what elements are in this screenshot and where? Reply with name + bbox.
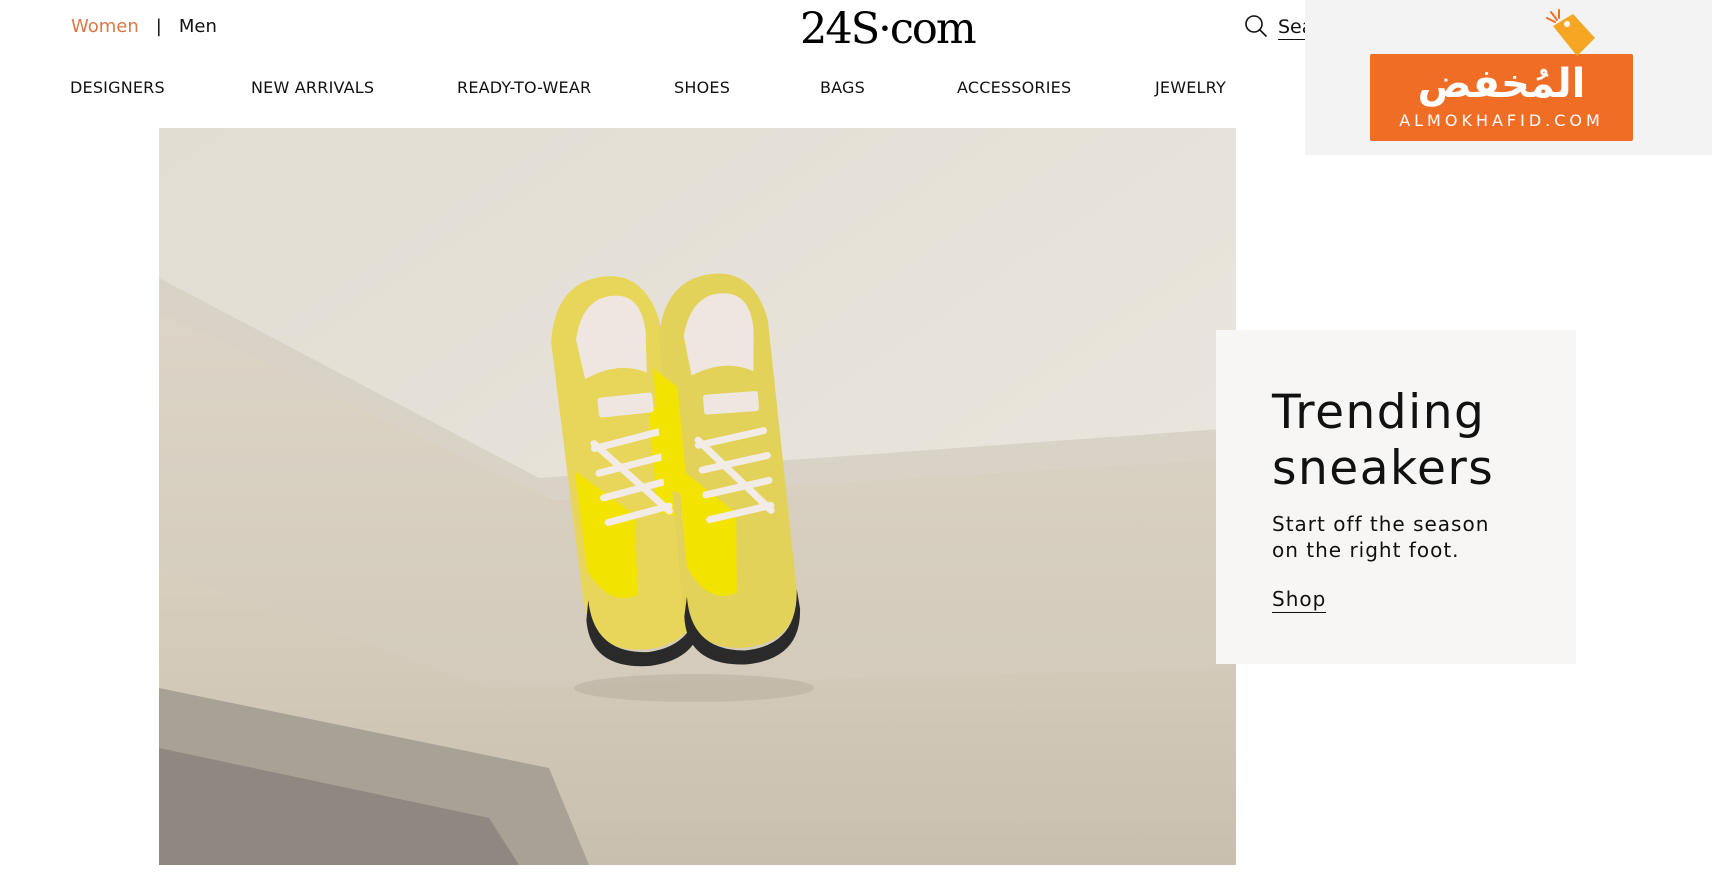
shop-link[interactable]: Shop xyxy=(1272,587,1327,613)
watermark-badge: المُخفض ALMOKHAFID.COM xyxy=(1305,0,1712,155)
nav-item-accessories[interactable]: ACCESSORIES xyxy=(957,78,1071,97)
site-logo[interactable]: 24S·com xyxy=(800,2,977,56)
yellow-sneakers-illustration xyxy=(159,128,1236,865)
promo-title: Trending sneakers xyxy=(1272,385,1520,497)
nav-item-shoes[interactable]: SHOES xyxy=(674,78,730,97)
watermark-latin: ALMOKHAFID.COM xyxy=(1399,111,1604,130)
search-icon xyxy=(1244,14,1268,42)
price-tag-icon xyxy=(1546,9,1595,56)
promo-title-line1: Trending xyxy=(1272,385,1486,440)
nav-item-new-arrivals[interactable]: NEW ARRIVALS xyxy=(251,78,374,97)
men-link[interactable]: Men xyxy=(179,16,217,37)
gender-separator: | xyxy=(155,16,162,37)
nav-item-jewelry[interactable]: JEWELRY xyxy=(1155,78,1226,97)
nav-item-designers[interactable]: DESIGNERS xyxy=(70,78,165,97)
promo-description: Start off the season on the right foot. xyxy=(1272,512,1490,562)
hero-image[interactable] xyxy=(159,128,1236,865)
promo-card: Trending sneakers Start off the season o… xyxy=(1216,330,1576,664)
promo-title-line2: sneakers xyxy=(1272,441,1495,496)
search-label: Search xyxy=(1278,16,1306,40)
nav-item-bags[interactable]: BAGS xyxy=(820,78,865,97)
search-button[interactable]: Search xyxy=(1244,14,1306,42)
gender-toggle: Women | Men xyxy=(71,16,217,37)
women-link[interactable]: Women xyxy=(71,16,139,37)
nav-item-ready-to-wear[interactable]: READY-TO-WEAR xyxy=(457,78,591,97)
